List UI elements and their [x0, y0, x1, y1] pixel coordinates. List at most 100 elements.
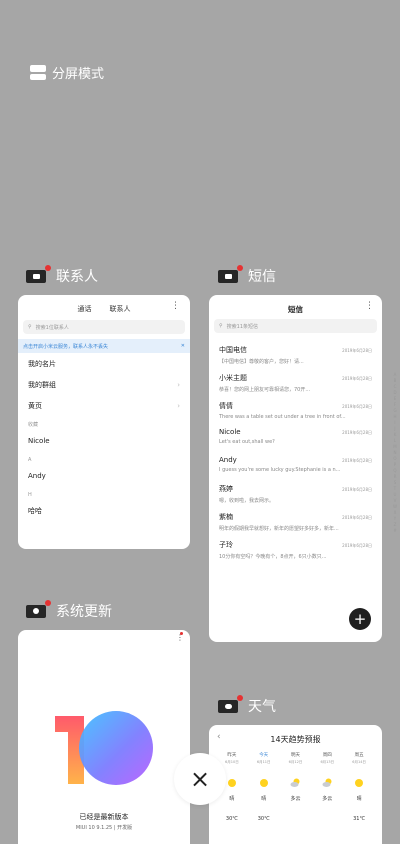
- close-all-button[interactable]: ×: [174, 753, 226, 805]
- more-icon[interactable]: ⋮: [171, 301, 180, 311]
- update-status: 已经是最新版本: [79, 813, 129, 821]
- forecast-date: 6月14日: [352, 760, 366, 764]
- sun-icon: [355, 779, 364, 787]
- message-thread[interactable]: 燕婷 2019年6月28日嗯，收到啦，我去网示。: [209, 479, 382, 507]
- forecast-temp: 30℃: [225, 816, 238, 822]
- contact-list-item[interactable]: 我的群组 ›: [28, 374, 180, 395]
- contact-list-item[interactable]: 哈哈: [28, 500, 180, 521]
- app-label-update[interactable]: 系统更新: [26, 599, 112, 621]
- message-thread[interactable]: 子玲 2019年6月28日 10分你有空吗？今晚有个，8点开，6只小数只...: [209, 535, 382, 563]
- forecast-day: 明天 6月12日 多云: [280, 752, 312, 822]
- split-screen-button[interactable]: 分屏模式: [30, 63, 104, 82]
- sender-name: Andy: [219, 456, 237, 465]
- weather-header: ‹ 14天趋势预报: [209, 725, 382, 752]
- sms-title: 短信: [288, 305, 303, 314]
- contact-label: 黄页: [28, 401, 42, 410]
- forecast-day-label: 明天: [290, 753, 300, 758]
- app-label-weather[interactable]: 天气: [218, 694, 276, 716]
- close-icon[interactable]: ✕: [181, 343, 185, 349]
- sun-icon: [227, 779, 236, 787]
- contact-list-item[interactable]: 我的名片: [28, 353, 180, 374]
- cloud-banner[interactable]: 点击开启小米云服务，联系人永不丢失 ✕: [18, 339, 190, 353]
- forecast-desc: 晴: [229, 796, 235, 802]
- message-preview: 10分你有空吗？今晚有个，8点开，6只小数只...: [219, 553, 327, 560]
- contact-list-item[interactable]: 黄页 ›: [28, 395, 180, 416]
- sender-name: Nicole: [219, 428, 241, 437]
- app-title-weather: 天气: [248, 699, 276, 715]
- forecast-date: 6月11日: [256, 760, 271, 764]
- contact-list-item[interactable]: Andy: [28, 465, 180, 486]
- message-time: 2019年6月28日: [342, 458, 372, 464]
- alphabet-letter[interactable]: #: [393, 528, 397, 534]
- tab-contacts[interactable]: 联系人: [110, 304, 131, 317]
- forecast-temp: 31℃: [353, 816, 366, 822]
- contact-label: Nicole: [28, 436, 50, 445]
- message-preview: 明年的假期我早就想好，新年的愿望好多好多，新年...: [219, 525, 339, 532]
- chevron-right-icon: ›: [177, 401, 180, 410]
- app-title-update: 系统更新: [56, 604, 112, 620]
- update-app-icon: [26, 599, 51, 618]
- message-thread[interactable]: 紫楠 2019年6月28日 明年的假期我早就想好，新年的愿望好多好多，新年...: [209, 507, 382, 535]
- contact-list-item[interactable]: Nicole: [28, 430, 180, 451]
- sender-name: 燕婷: [219, 484, 233, 493]
- chevron-right-icon: ›: [177, 380, 180, 389]
- message-thread[interactable]: 中国电信 2019年6月28日 【中国电信】尊敬的客户，您好！请...: [209, 340, 382, 368]
- message-preview: Let's eat out,shall we?: [219, 439, 275, 446]
- forecast-temp: 30℃: [257, 816, 270, 822]
- search-icon: ⚲: [219, 323, 223, 329]
- forecast-day-label: 今天: [259, 753, 269, 758]
- forecast-desc: 晴: [261, 796, 267, 802]
- weather-app-card[interactable]: ‹ 14天趋势预报 昨天 6月10日晴 30℃ 今天 6月11日晴 30℃ 明天 6月12日多…: [209, 725, 382, 844]
- app-title-contacts: 联系人: [56, 269, 98, 285]
- tab-calls[interactable]: 通话: [78, 304, 92, 317]
- update-version: MIUI 10 9.1.25 | 开发版: [75, 825, 133, 831]
- contact-label: H: [28, 492, 32, 498]
- message-thread[interactable]: 倩倩 2019年6月28日 There was a table set out un…: [209, 396, 382, 424]
- message-time: 2019年6月28日: [342, 542, 372, 548]
- forecast-desc: 多云: [322, 796, 333, 802]
- forecast-day-label: 周四: [322, 753, 332, 758]
- sender-name: 紫楠: [219, 512, 233, 521]
- message-time: 2019年6月28日: [342, 348, 372, 353]
- contact-label: 我的名片: [28, 359, 56, 368]
- contacts-app-card[interactable]: 通话 联系人 ⋮ ⚲ 搜索1位联系人 点击开启小米云服务，联系人永不丢失 ✕ 我…: [18, 295, 190, 549]
- contacts-section-header: H: [28, 486, 180, 500]
- message-preview: There was a table set out under a tree i…: [219, 413, 346, 420]
- plus-icon: +: [353, 610, 367, 628]
- forecast-desc: 晴: [356, 796, 362, 802]
- sms-app-card[interactable]: 短信 ⋮ ⚲ 搜索11条短信 中国电信 2019年6月28日 【中国电信】尊敬的客户…: [209, 295, 382, 642]
- update-app-card[interactable]: ⋮ 已经是最新版本 MIUI 10 9.1.25 | 开发版: [18, 630, 190, 844]
- contacts-section-header: A: [28, 451, 180, 465]
- forecast-columns: 昨天 6月10日晴 30℃ 今天 6月11日晴 30℃ 明天 6月12日 多云 周四 6月13日 多云…: [209, 752, 382, 822]
- sms-search-input[interactable]: ⚲ 搜索11条短信: [214, 319, 377, 333]
- sender-name: 小米主题: [219, 373, 247, 382]
- message-time: 2019年6月28日: [342, 486, 372, 492]
- back-icon[interactable]: ‹: [217, 732, 221, 742]
- message-time: 2019年6月28日: [342, 430, 372, 436]
- forecast-day-label: 昨天: [227, 753, 237, 758]
- app-label-sms[interactable]: 短信: [218, 264, 276, 286]
- alphabet-index[interactable]: A B C D E F G H I J K L M N O P Q R S T U V W X Y Z #: [393, 372, 397, 534]
- message-thread[interactable]: Nicole 2019年6月28日 Let's eat out,shall we?: [209, 423, 382, 451]
- cloud-sun-icon: [322, 778, 332, 787]
- sms-app-icon: [218, 264, 243, 283]
- contacts-search-placeholder: 搜索1位联系人: [35, 324, 69, 331]
- message-time: 2019年6月28日: [342, 514, 372, 520]
- message-thread[interactable]: Andy 2019年6月28日 I guess you're some lucky …: [209, 451, 382, 479]
- message-preview: 嗯，收到啦，我去网示。: [219, 497, 275, 504]
- sms-search-placeholder: 搜索11条短信: [226, 323, 259, 330]
- forecast-desc: 多云: [290, 796, 301, 802]
- sun-icon: [259, 779, 268, 787]
- message-thread[interactable]: 小米主题 2019年6月28日 恭喜！您的网上朋友可靠相请您，70开...: [209, 368, 382, 396]
- cloud-banner-text: 点击开启小米云服务，联系人永不丢失: [23, 343, 109, 350]
- app-label-contacts[interactable]: 联系人: [26, 264, 98, 286]
- contacts-list: 我的名片 我的群组 › 黄页 › 收藏 Nicole A Andy H 哈哈: [18, 353, 190, 521]
- contact-label: 我的群组: [28, 380, 56, 389]
- message-preview: I guess you're some lucky guy.Stephanie …: [219, 467, 341, 474]
- message-time: 2019年6月28日: [342, 375, 372, 381]
- contacts-search-input[interactable]: ⚲ 搜索1位联系人: [23, 320, 185, 334]
- split-screen-icon: [30, 65, 46, 80]
- more-icon[interactable]: ⋮: [365, 301, 374, 311]
- compose-button[interactable]: +: [349, 608, 371, 630]
- weather-app-icon: [218, 694, 243, 713]
